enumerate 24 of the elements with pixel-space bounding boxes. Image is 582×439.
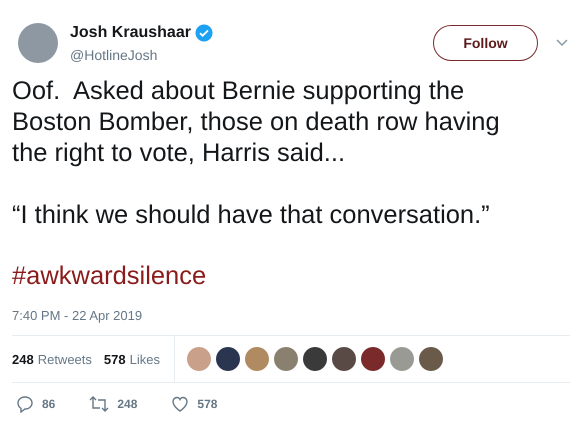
- avatar[interactable]: [18, 23, 58, 63]
- heart-icon[interactable]: [171, 395, 190, 413]
- action-count: 578: [197, 397, 218, 411]
- author-name[interactable]: Josh Kraushaar: [70, 24, 191, 42]
- stat-count[interactable]: 248: [12, 352, 34, 366]
- user-avatar[interactable]: [360, 347, 385, 371]
- tweet-text: “I think we should have that conversation.”: [12, 200, 491, 231]
- stat-label[interactable]: Retweets: [38, 352, 92, 366]
- user-avatar[interactable]: [418, 347, 443, 371]
- hashtag-link[interactable]: #awkwardsilence: [12, 262, 206, 291]
- reply-icon[interactable]: [16, 395, 34, 413]
- user-avatar[interactable]: [332, 347, 356, 371]
- author-handle[interactable]: @HotlineJosh: [70, 46, 433, 62]
- chevron-down-icon[interactable]: [556, 39, 568, 47]
- follow-button[interactable]: Follow: [433, 25, 538, 61]
- tweet-text: Oof. Asked about Bernie supporting the Boston Bomber, those on death row having the right to vote, Harris said...: [12, 76, 501, 169]
- stat-count[interactable]: 578: [104, 352, 126, 366]
- retweet-icon[interactable]: [89, 395, 110, 413]
- action-count: 86: [42, 397, 56, 411]
- user-avatar[interactable]: [302, 347, 327, 371]
- stat-label[interactable]: Likes: [130, 352, 160, 366]
- timestamp[interactable]: 7:40 PM - 22 Apr 2019: [12, 308, 142, 323]
- action-count: 248: [117, 397, 138, 411]
- user-avatar[interactable]: [216, 347, 240, 371]
